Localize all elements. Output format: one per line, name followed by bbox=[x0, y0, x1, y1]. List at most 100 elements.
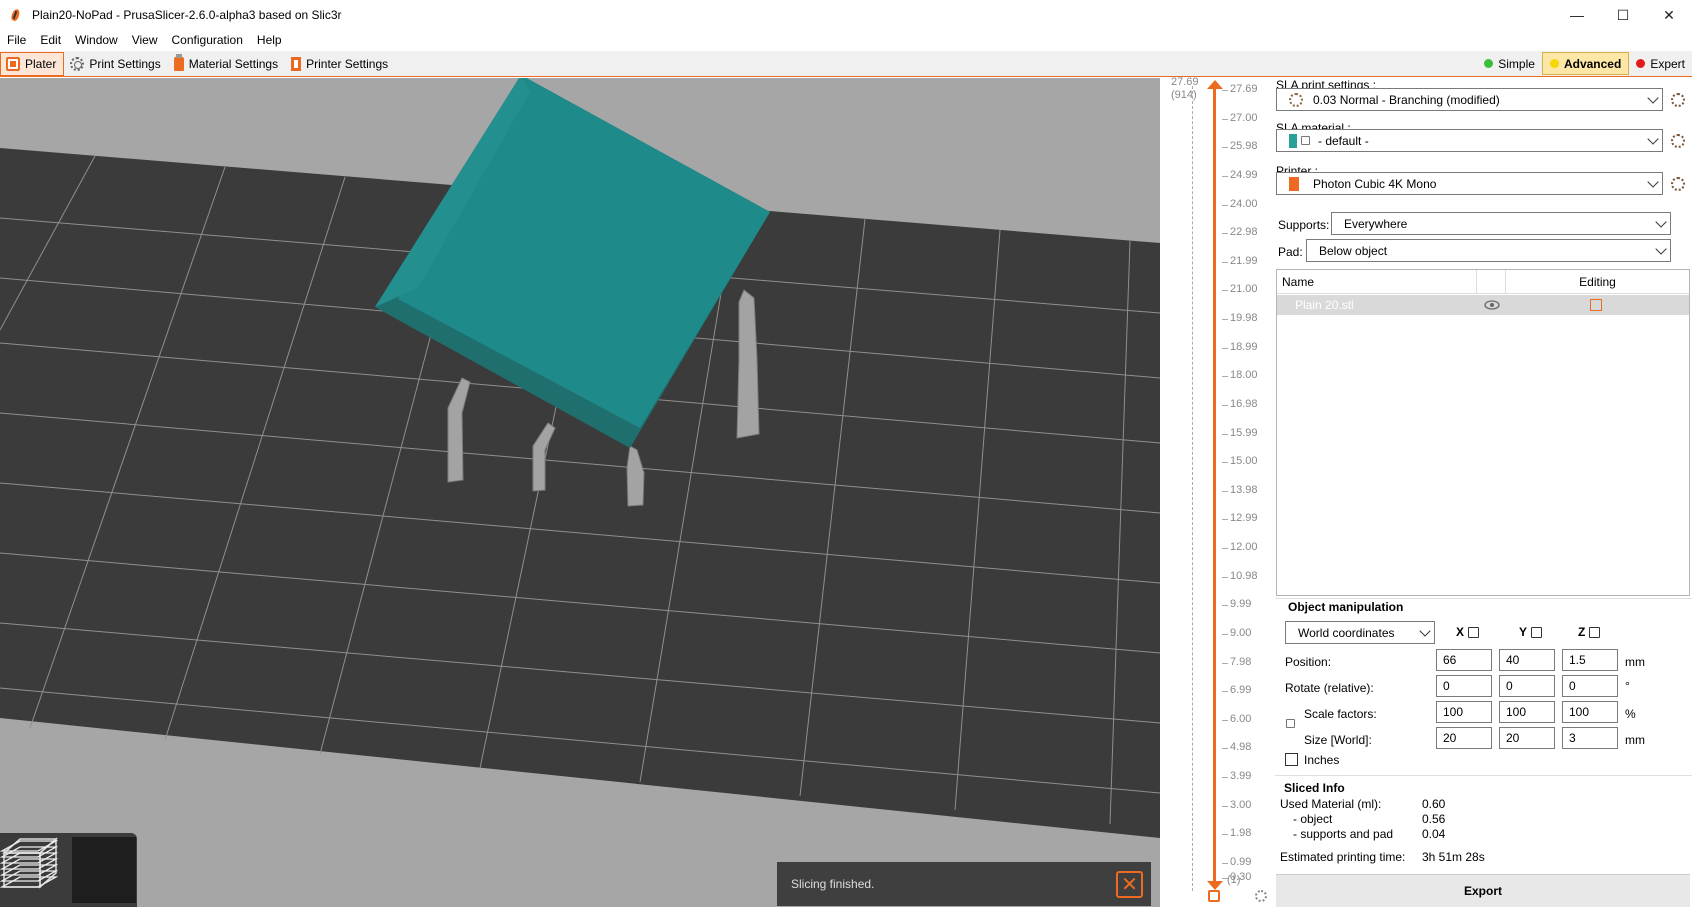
coordinates-combo[interactable]: World coordinates bbox=[1285, 621, 1435, 644]
rotate-x-input[interactable]: 0 bbox=[1436, 675, 1492, 697]
printer-cog-icon[interactable] bbox=[1671, 177, 1685, 191]
chevron-down-icon bbox=[1647, 176, 1659, 188]
rotate-unit: ° bbox=[1625, 679, 1630, 693]
layer-slider[interactable]: 27.69 (914) 27.69 27.00 25.98 24.99 24.00 22.… bbox=[1160, 76, 1275, 907]
slider-tick-mark bbox=[1222, 462, 1228, 464]
drop-to-bed-icon[interactable] bbox=[1468, 626, 1480, 638]
drop-to-bed-icon[interactable] bbox=[1589, 626, 1601, 638]
size-y-input[interactable]: 20 bbox=[1499, 727, 1555, 749]
print-settings-cog-icon[interactable] bbox=[1671, 93, 1685, 107]
size-z-input[interactable]: 3 bbox=[1562, 727, 1618, 749]
mode-expert[interactable]: Expert bbox=[1629, 52, 1692, 75]
menu-configuration[interactable]: Configuration bbox=[165, 30, 250, 50]
coordinates-value: World coordinates bbox=[1298, 625, 1395, 640]
window-controls: — ☐ ✕ bbox=[1554, 0, 1692, 30]
tab-printer-settings[interactable]: Printer Settings bbox=[286, 52, 395, 76]
slider-tick-label: 16.98 bbox=[1230, 397, 1258, 410]
plater-icon bbox=[6, 56, 20, 71]
slider-tick-mark bbox=[1222, 633, 1228, 635]
name-column-header[interactable]: Name bbox=[1277, 270, 1477, 293]
scale-y-input[interactable]: 100 bbox=[1499, 701, 1555, 723]
supports-value: Everywhere bbox=[1344, 216, 1408, 231]
lock-icon[interactable] bbox=[1208, 890, 1220, 902]
tab-plater[interactable]: Plater bbox=[0, 51, 65, 76]
gear-icon bbox=[1289, 92, 1303, 107]
tab-print-settings[interactable]: Print Settings bbox=[65, 52, 167, 76]
minimize-button[interactable]: — bbox=[1554, 0, 1600, 30]
tab-bar: Plater Print Settings Material Settings … bbox=[0, 51, 1692, 77]
mode-advanced[interactable]: Advanced bbox=[1541, 52, 1630, 75]
print-settings-combo[interactable]: 0.03 Normal - Branching (modified) bbox=[1276, 88, 1663, 111]
object-list-header: Name Editing bbox=[1277, 270, 1689, 294]
slider-tick-label: 18.00 bbox=[1230, 369, 1258, 382]
slider-tick-mark bbox=[1222, 90, 1228, 91]
slider-tick-label: 3.00 bbox=[1230, 798, 1252, 811]
slider-tick-mark bbox=[1222, 147, 1228, 149]
material-combo[interactable]: - default - bbox=[1276, 129, 1663, 152]
slider-tick-mark bbox=[1222, 175, 1228, 177]
size-x-input[interactable]: 20 bbox=[1436, 727, 1492, 749]
close-button[interactable]: ✕ bbox=[1646, 0, 1692, 30]
tab-material-settings[interactable]: Material Settings bbox=[169, 52, 285, 76]
slider-tick-mark bbox=[1222, 691, 1228, 693]
cog-icon[interactable] bbox=[1255, 890, 1267, 902]
sliced-info-title: Sliced Info bbox=[1284, 781, 1345, 795]
scale-z-input[interactable]: 100 bbox=[1562, 701, 1618, 723]
scale-x-input[interactable]: 100 bbox=[1436, 701, 1492, 723]
material-cog-icon[interactable] bbox=[1671, 134, 1685, 148]
slider-tick-label: 6.00 bbox=[1230, 712, 1252, 725]
printer-value: Photon Cubic 4K Mono bbox=[1313, 176, 1437, 191]
bottle-icon bbox=[173, 53, 184, 71]
menu-window[interactable]: Window bbox=[68, 30, 125, 50]
slider-tick-mark bbox=[1222, 519, 1228, 521]
slider-tick-label: 15.00 bbox=[1230, 455, 1258, 468]
axis-z-label: Z bbox=[1578, 625, 1601, 639]
preview-button[interactable] bbox=[0, 837, 136, 903]
eye-icon[interactable] bbox=[1484, 300, 1500, 310]
pad-combo[interactable]: Below object bbox=[1306, 239, 1671, 262]
tab-material-settings-label: Material Settings bbox=[188, 56, 279, 71]
tab-plater-label: Plater bbox=[25, 56, 57, 71]
pad-label: Pad: bbox=[1278, 245, 1303, 259]
rotate-label: Rotate (relative): bbox=[1285, 681, 1374, 695]
object-list: Name Editing Plain 20.stl bbox=[1276, 269, 1690, 596]
supports-material-value: 0.04 bbox=[1422, 827, 1446, 841]
export-button[interactable]: Export bbox=[1276, 874, 1690, 907]
list-item[interactable]: Plain 20.stl bbox=[1277, 295, 1689, 315]
supports-combo[interactable]: Everywhere bbox=[1331, 212, 1671, 235]
supports-label: Supports: bbox=[1278, 218, 1330, 232]
menu-edit[interactable]: Edit bbox=[33, 30, 68, 50]
notification-toast: Slicing finished. ✕ bbox=[777, 862, 1151, 906]
printer-icon bbox=[291, 56, 302, 71]
slider-tick-label: 24.00 bbox=[1230, 197, 1258, 210]
slider-tick-label: 12.00 bbox=[1230, 541, 1258, 554]
slider-tick-label: 25.98 bbox=[1230, 140, 1258, 153]
object-name: Plain 20.stl bbox=[1295, 298, 1354, 312]
position-label: Position: bbox=[1285, 655, 1332, 669]
drop-to-bed-icon[interactable] bbox=[1531, 626, 1543, 638]
slider-tick-mark bbox=[1222, 376, 1228, 378]
printer-combo[interactable]: Photon Cubic 4K Mono bbox=[1276, 172, 1663, 195]
position-x-input[interactable]: 66 bbox=[1436, 649, 1492, 671]
position-z-input[interactable]: 1.5 bbox=[1562, 649, 1618, 671]
maximize-button[interactable]: ☐ bbox=[1600, 0, 1646, 30]
scale-lock-icon[interactable] bbox=[1286, 719, 1295, 728]
toast-close-button[interactable]: ✕ bbox=[1116, 871, 1143, 898]
menu-view[interactable]: View bbox=[125, 30, 165, 50]
position-y-input[interactable]: 40 bbox=[1499, 649, 1555, 671]
menu-file[interactable]: File bbox=[0, 30, 33, 50]
editing-column-header[interactable]: Editing bbox=[1506, 270, 1689, 293]
rotate-y-input[interactable]: 0 bbox=[1499, 675, 1555, 697]
slider-upper-thumb[interactable] bbox=[1207, 80, 1223, 89]
slider-lower-thumb[interactable] bbox=[1207, 881, 1223, 890]
mode-simple[interactable]: Simple bbox=[1477, 52, 1542, 75]
inches-checkbox[interactable] bbox=[1285, 753, 1298, 766]
edit-icon[interactable] bbox=[1590, 299, 1602, 311]
size-label: Size [World]: bbox=[1304, 733, 1372, 747]
rotate-z-input[interactable]: 0 bbox=[1562, 675, 1618, 697]
slider-tick-label: 24.99 bbox=[1230, 168, 1258, 181]
object-material-label: - object bbox=[1293, 812, 1333, 826]
3d-viewport[interactable]: Slicing finished. ✕ bbox=[0, 78, 1160, 907]
menu-help[interactable]: Help bbox=[250, 30, 289, 50]
toast-text: Slicing finished. bbox=[791, 877, 875, 891]
